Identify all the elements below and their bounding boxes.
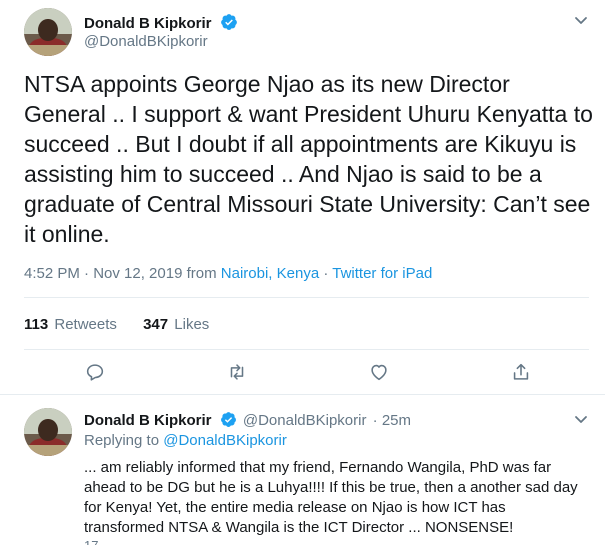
- replying-to-link[interactable]: @DonaldBKipkorir: [163, 432, 287, 449]
- from-word: from: [186, 265, 217, 282]
- chevron-down-icon[interactable]: [573, 12, 589, 28]
- reply-author-handle[interactable]: @DonaldBKipkorir: [243, 412, 367, 429]
- replying-to: Replying to @DonaldBKipkorir: [84, 432, 287, 449]
- reply-author-avatar[interactable]: [24, 408, 72, 456]
- verified-badge-icon: [220, 412, 236, 427]
- reply-header: Donald B Kipkorir @DonaldBKipkorir · 25m: [84, 411, 411, 429]
- divider: [24, 349, 589, 350]
- share-icon[interactable]: [510, 361, 532, 383]
- like-label: Likes: [174, 316, 210, 333]
- location-link[interactable]: Nairobi, Kenya: [221, 265, 319, 282]
- retweet-icon[interactable]: [226, 361, 248, 383]
- meta-separator: ·: [323, 265, 329, 282]
- author-name[interactable]: Donald B Kipkorir: [84, 13, 238, 32]
- replying-prefix: Replying to: [84, 432, 160, 449]
- tweet-meta: 4:52 PM · Nov 12, 2019 from Nairobi, Ken…: [24, 265, 432, 282]
- reply-action-counts: 17: [84, 538, 98, 545]
- reply-text: ... am reliably informed that my friend,…: [84, 459, 578, 536]
- author-handle[interactable]: @DonaldBKipkorir: [84, 33, 208, 50]
- chevron-down-icon[interactable]: [573, 411, 589, 427]
- author-avatar[interactable]: [24, 8, 72, 56]
- divider: [24, 297, 589, 298]
- verified-badge-icon: [220, 14, 237, 30]
- source-link[interactable]: Twitter for iPad: [332, 265, 432, 282]
- like-count: 347: [143, 316, 169, 333]
- reply-author-name[interactable]: Donald B Kipkorir: [84, 412, 212, 429]
- heart-icon[interactable]: [368, 361, 390, 383]
- retweet-label: Retweets: [54, 316, 117, 333]
- retweets-stat[interactable]: 113 Retweets: [24, 316, 117, 333]
- likes-stat[interactable]: 347 Likes: [143, 316, 209, 333]
- reply-age[interactable]: · 25m: [373, 412, 411, 429]
- retweet-count: 113: [24, 316, 49, 333]
- tweet-text: NTSA appoints George Njao as its new Dir…: [24, 71, 593, 247]
- timestamp[interactable]: 4:52 PM · Nov 12, 2019: [24, 265, 182, 282]
- main-tweet: Donald B Kipkorir @DonaldBKipkorir NTSA …: [0, 0, 605, 395]
- tweet-stats: 113 Retweets 347 Likes: [24, 316, 209, 333]
- author-name-text[interactable]: Donald B Kipkorir: [84, 15, 212, 32]
- reply-icon[interactable]: [84, 361, 106, 383]
